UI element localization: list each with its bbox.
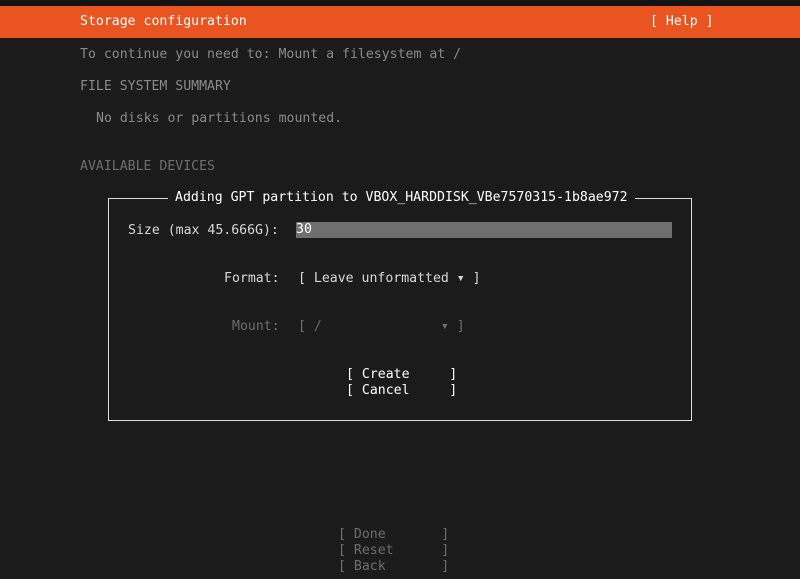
done-button: [ Done ] bbox=[338, 527, 450, 542]
size-input-value[interactable]: 30 bbox=[296, 222, 312, 238]
devices-heading: AVAILABLE DEVICES bbox=[80, 159, 215, 174]
summary-heading: FILE SYSTEM SUMMARY bbox=[80, 79, 231, 94]
size-input[interactable]: 30 bbox=[296, 222, 672, 238]
format-select[interactable]: [ Leave unformatted ▾ ] bbox=[298, 271, 481, 287]
header-bar: Storage configuration [ Help ] bbox=[0, 6, 800, 38]
summary-empty-text: No disks or partitions mounted. bbox=[96, 111, 343, 126]
help-button[interactable]: [ Help ] bbox=[650, 14, 714, 30]
instructions-text: To continue you need to: Mount a filesys… bbox=[80, 47, 462, 62]
size-label: Size (max 45.666G): bbox=[128, 223, 279, 238]
page-title: Storage configuration bbox=[80, 14, 247, 29]
mount-select: [ / ▾ ] bbox=[298, 319, 465, 334]
cancel-button[interactable]: [ Cancel ] bbox=[346, 383, 457, 399]
back-button: [ Back ] bbox=[338, 559, 450, 574]
dialog-title: Adding GPT partition to VBOX_HARDDISK_VB… bbox=[168, 190, 635, 206]
mount-label: Mount: bbox=[232, 319, 280, 334]
create-button[interactable]: [ Create ] bbox=[346, 367, 457, 383]
format-label: Format: bbox=[224, 271, 280, 286]
reset-button: [ Reset ] bbox=[338, 543, 450, 558]
